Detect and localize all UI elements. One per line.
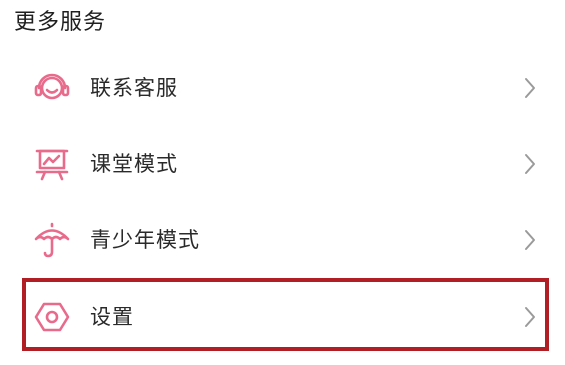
presentation-board-icon [32, 144, 72, 184]
umbrella-icon [32, 220, 72, 260]
settings-highlight-frame [22, 278, 549, 351]
menu-item-label: 青少年模式 [90, 228, 200, 252]
headset-icon [32, 68, 72, 108]
chevron-right-icon [519, 225, 541, 255]
menu-item-label: 联系客服 [90, 76, 178, 100]
section-title: 更多服务 [14, 10, 107, 35]
menu-item-teen-mode[interactable]: 青少年模式 [0, 204, 565, 276]
chevron-right-icon [519, 149, 541, 179]
menu-item-classroom-mode[interactable]: 课堂模式 [0, 128, 565, 200]
chevron-right-icon [519, 73, 541, 103]
more-services-page: 更多服务 联系客服 课堂模式 青少年模式 设置 [0, 0, 565, 365]
menu-item-label: 课堂模式 [90, 152, 178, 176]
menu-item-contact-service[interactable]: 联系客服 [0, 52, 565, 124]
